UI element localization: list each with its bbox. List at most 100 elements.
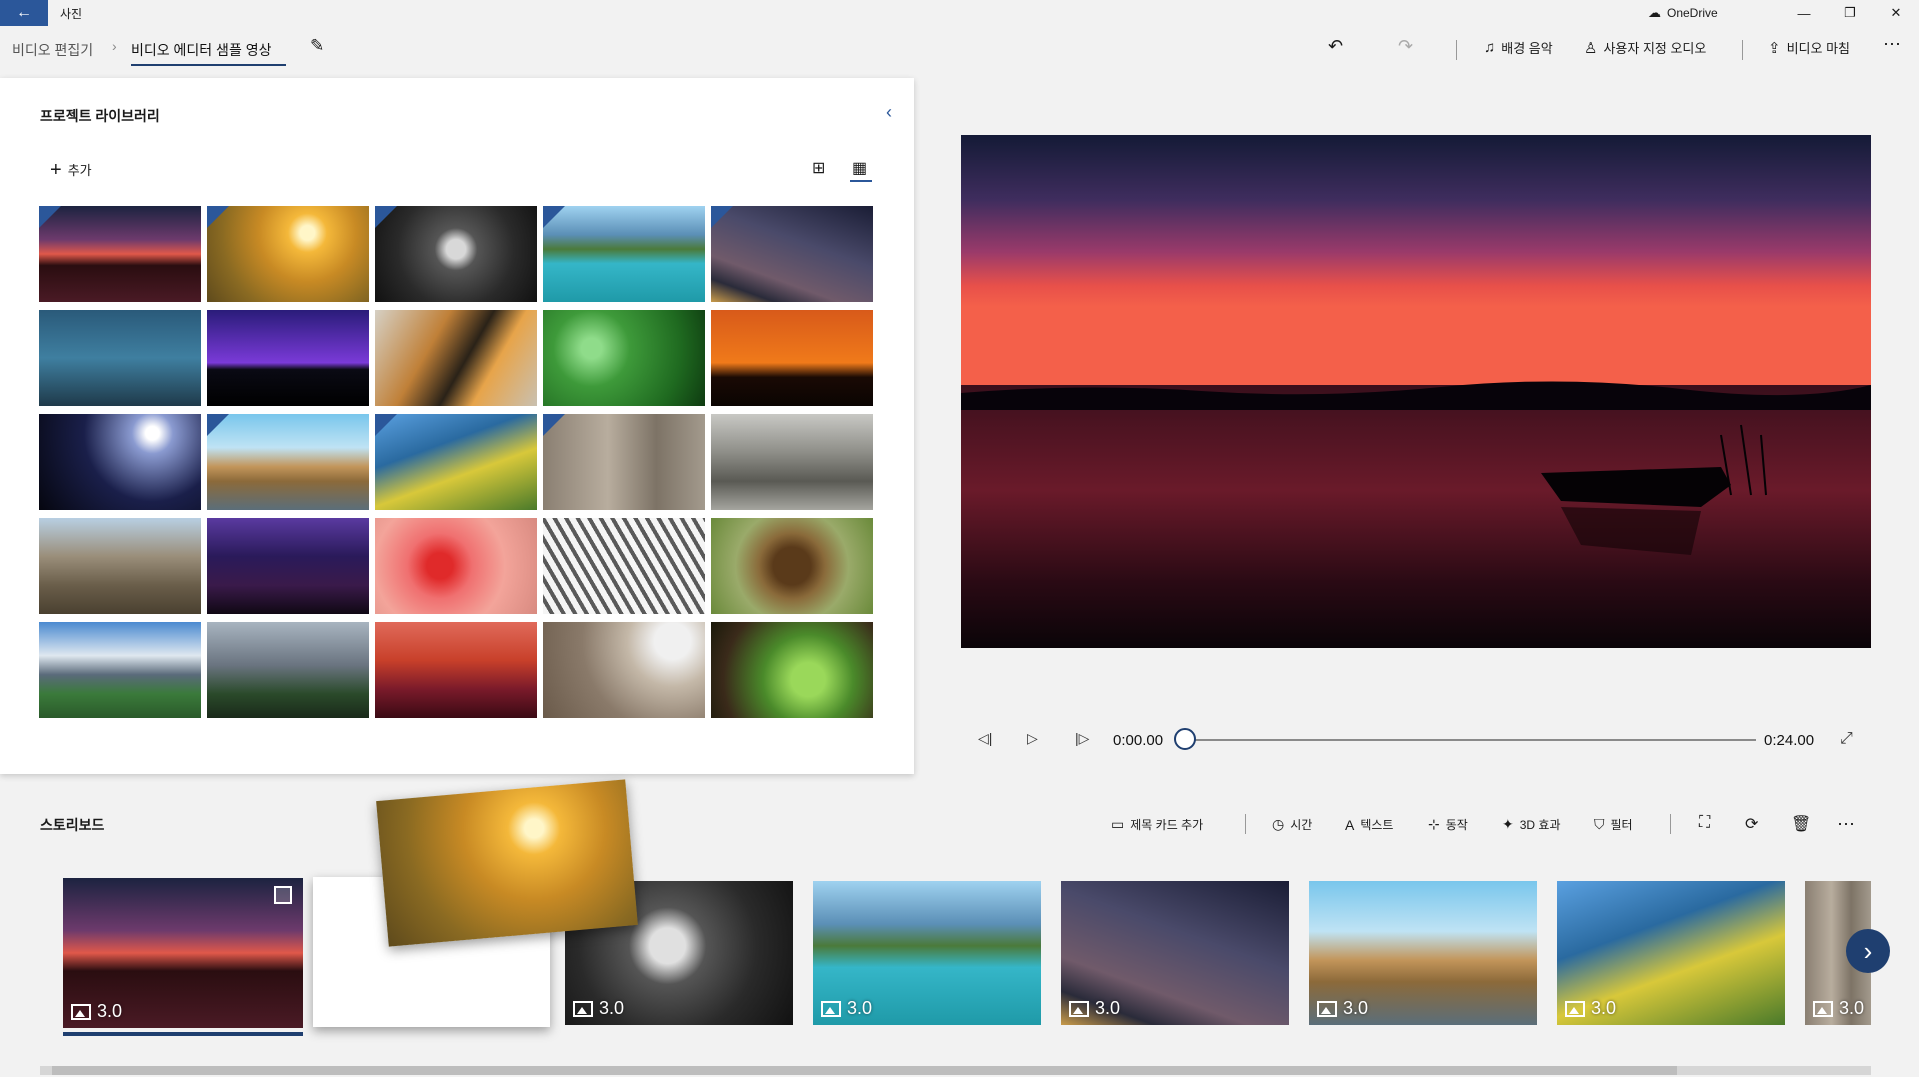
used-marker	[39, 206, 61, 228]
add-title-card-button[interactable]: ▭ 제목 카드 추가	[1111, 816, 1203, 833]
back-button[interactable]: ←	[0, 0, 48, 26]
image-icon	[573, 1000, 593, 1017]
storyboard-card[interactable]: 3.0	[63, 878, 303, 1028]
storyboard-title: 스토리보드	[40, 817, 105, 833]
onedrive-label: OneDrive	[1667, 6, 1718, 20]
motion-label: 동작	[1445, 818, 1468, 832]
active-view-indicator	[850, 180, 872, 182]
used-marker	[375, 206, 397, 228]
scrollbar-thumb[interactable]	[52, 1066, 1677, 1075]
used-marker	[207, 414, 229, 436]
card-select-checkbox[interactable]	[274, 886, 292, 904]
sunset-lake-preview-image	[961, 135, 1871, 648]
card-duration-value: 3.0	[599, 998, 625, 1018]
library-thumbnail[interactable]	[207, 206, 369, 302]
library-thumbnail[interactable]	[375, 310, 537, 406]
finish-video-label: 비디오 마침	[1786, 41, 1850, 56]
library-thumbnail[interactable]	[711, 518, 873, 614]
dragged-card[interactable]	[376, 779, 638, 947]
close-button[interactable]: ✕	[1873, 0, 1919, 26]
image-icon	[1069, 1000, 1089, 1017]
library-thumbnail[interactable]	[375, 518, 537, 614]
minimize-button[interactable]: —	[1781, 0, 1827, 26]
next-frame-icon[interactable]: |▷	[1075, 730, 1089, 747]
play-icon[interactable]: ▷	[1027, 730, 1038, 747]
storyboard-card[interactable]: 3.0	[1309, 881, 1537, 1025]
library-thumbnail[interactable]	[711, 206, 873, 302]
chevron-left-icon[interactable]: ‹	[886, 102, 892, 123]
library-thumbnail[interactable]	[39, 310, 201, 406]
card-duration: 3.0	[1565, 998, 1616, 1019]
background-music-label: 배경 음악	[1501, 41, 1553, 56]
onedrive-icon: ☁	[1648, 5, 1661, 20]
breadcrumb-parent[interactable]: 비디오 편집기	[12, 40, 93, 60]
filter-icon: ⛉	[1594, 816, 1605, 832]
library-thumbnail[interactable]	[39, 518, 201, 614]
pencil-icon[interactable]: ✎	[310, 36, 324, 56]
duration-button[interactable]: ◷ 시간	[1272, 816, 1312, 833]
library-thumbnail[interactable]	[207, 310, 369, 406]
add-button[interactable]: + 추가	[50, 158, 92, 181]
library-thumbnail[interactable]	[711, 414, 873, 510]
storyboard-card[interactable]: 3.0	[813, 881, 1041, 1025]
used-marker	[711, 206, 733, 228]
storyboard-next-button[interactable]: ›	[1846, 929, 1890, 973]
seek-knob[interactable]	[1174, 728, 1196, 750]
library-thumbnail[interactable]	[375, 414, 537, 510]
large-grid-icon[interactable]: ⊞	[812, 158, 825, 178]
library-thumbnail[interactable]	[543, 206, 705, 302]
card-duration-value: 3.0	[1095, 998, 1121, 1018]
library-thumbnail[interactable]	[207, 622, 369, 718]
storyboard-scrollbar[interactable]	[40, 1066, 1871, 1075]
library-thumbnail[interactable]	[543, 518, 705, 614]
more-icon[interactable]: ⋯	[1837, 814, 1855, 835]
trash-icon[interactable]: 🗑	[1791, 814, 1811, 834]
motion-button[interactable]: ⊹ 동작	[1428, 816, 1468, 833]
library-thumbnail[interactable]	[39, 206, 201, 302]
library-thumbnail[interactable]	[207, 518, 369, 614]
library-thumbnail[interactable]	[711, 310, 873, 406]
library-thumbnail[interactable]	[207, 414, 369, 510]
3d-effects-button[interactable]: ✦ 3D 효과	[1502, 816, 1561, 833]
library-title: 프로젝트 라이브러리	[40, 108, 160, 124]
storyboard-card[interactable]: 3.0	[1061, 881, 1289, 1025]
library-thumbnail[interactable]	[375, 206, 537, 302]
rotate-icon[interactable]: ⟳	[1745, 814, 1758, 834]
library-thumbnail[interactable]	[543, 310, 705, 406]
previous-frame-icon[interactable]: ◁|	[978, 730, 992, 747]
image-icon	[1317, 1000, 1337, 1017]
custom-audio-button[interactable]: ♙ 사용자 지정 오디오	[1584, 38, 1706, 57]
plus-icon: +	[50, 158, 62, 181]
clock-icon: ◷	[1272, 816, 1285, 832]
fullscreen-icon[interactable]: ⤢	[1840, 730, 1853, 748]
project-library-panel: 프로젝트 라이브러리 ‹ + 추가 ⊞ ▦	[0, 78, 914, 774]
image-icon	[71, 1003, 91, 1020]
redo-icon[interactable]: ↷	[1398, 36, 1413, 57]
library-thumbnail[interactable]	[711, 622, 873, 718]
divider	[1670, 814, 1671, 834]
card-duration-value: 3.0	[1343, 998, 1369, 1018]
library-thumbnail[interactable]	[543, 622, 705, 718]
image-icon	[821, 1000, 841, 1017]
more-icon[interactable]: ⋯	[1883, 34, 1901, 55]
library-thumbnail[interactable]	[39, 414, 201, 510]
image-icon	[1813, 1000, 1833, 1017]
library-thumbnail[interactable]	[543, 414, 705, 510]
text-button[interactable]: A 텍스트	[1345, 816, 1393, 833]
library-thumbnail[interactable]	[39, 622, 201, 718]
image-icon	[1565, 1000, 1585, 1017]
effects-3d-icon: ✦	[1502, 816, 1514, 832]
current-time: 0:00.00	[1113, 732, 1164, 749]
title-bar: ← 사진	[0, 0, 1919, 26]
background-music-button[interactable]: ♫ 배경 음악	[1484, 38, 1553, 57]
storyboard-card[interactable]: 3.0	[1557, 881, 1785, 1025]
seek-track[interactable]	[1183, 739, 1756, 741]
filters-button[interactable]: ⛉ 필터	[1594, 816, 1633, 833]
finish-video-button[interactable]: ⇪ 비디오 마침	[1768, 38, 1850, 57]
restore-button[interactable]: ❐	[1827, 0, 1873, 26]
undo-icon[interactable]: ↶	[1328, 36, 1343, 57]
onedrive-status[interactable]: ☁ OneDrive	[1648, 5, 1718, 21]
small-grid-icon[interactable]: ▦	[852, 158, 867, 178]
resize-icon[interactable]: ⛶	[1699, 814, 1710, 832]
library-thumbnail[interactable]	[375, 622, 537, 718]
